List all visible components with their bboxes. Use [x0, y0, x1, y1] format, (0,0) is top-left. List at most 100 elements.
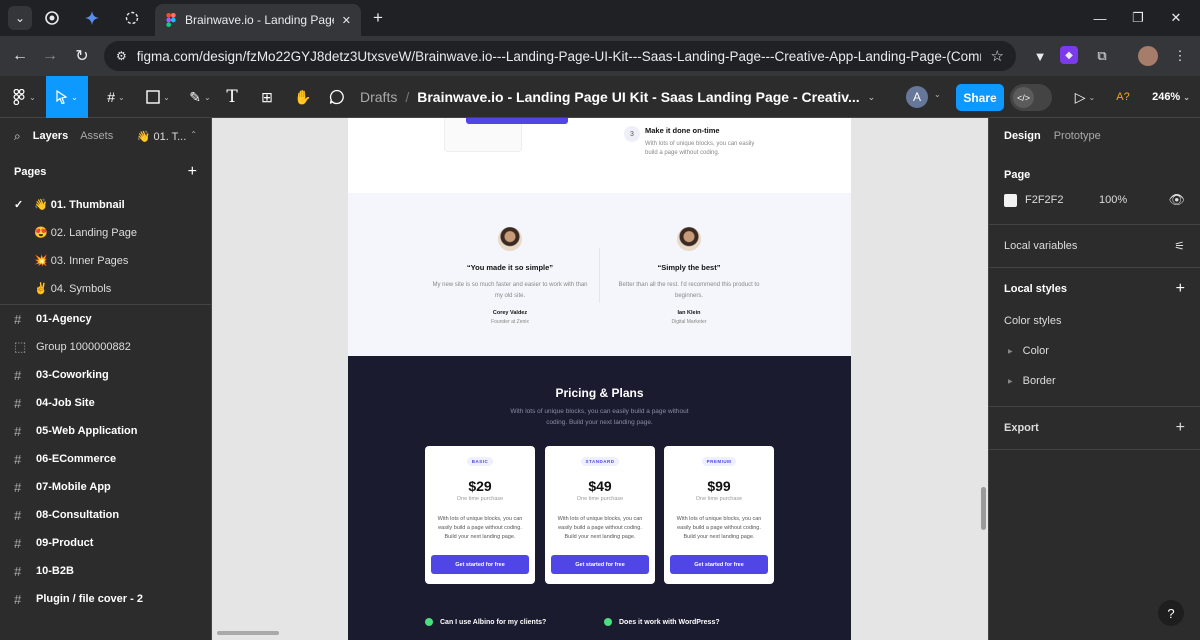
get-started-button[interactable]: Get started for free: [431, 555, 529, 574]
extension-v-icon[interactable]: ▼: [1030, 46, 1050, 66]
page-picker[interactable]: 👋 01. T... ⌃: [137, 130, 197, 143]
style-group-border[interactable]: ▶ Border: [1004, 366, 1185, 396]
layer-item[interactable]: #09-Product: [0, 529, 211, 557]
color-swatch[interactable]: [1004, 193, 1017, 207]
reload-icon[interactable]: ↻: [70, 44, 94, 68]
faq-question: Can I use Albino for my clients?: [440, 618, 547, 626]
back-icon[interactable]: ←: [8, 44, 32, 68]
avatar[interactable]: A: [906, 86, 928, 108]
breadcrumb-drafts[interactable]: Drafts: [360, 89, 397, 105]
share-button[interactable]: Share: [956, 84, 1004, 111]
get-started-button[interactable]: Get started for free: [670, 555, 768, 574]
tab-figma[interactable]: Brainwave.io - Landing Page UI ✕: [155, 4, 361, 36]
local-variables-row[interactable]: Local variables ⚟: [1004, 235, 1185, 257]
export-header[interactable]: Export +: [1004, 417, 1185, 439]
style-group-label: Color: [1022, 345, 1049, 357]
caret-right-icon: ▶: [1008, 348, 1013, 355]
url-field[interactable]: ⚙ figma.com/design/fzMo22GYJ8detz3Utxsve…: [104, 41, 1016, 71]
tab-title: Brainwave.io - Landing Page UI: [185, 13, 334, 27]
hand-tool-icon[interactable]: ✋: [292, 76, 314, 118]
layer-item[interactable]: #06-ECommerce: [0, 445, 211, 473]
style-group-color[interactable]: ▶ Color: [1004, 336, 1185, 366]
layer-item[interactable]: #08-Consultation: [0, 501, 211, 529]
layer-item[interactable]: #01-Agency: [0, 305, 211, 333]
frame-icon: #: [14, 423, 22, 439]
dev-mode-toggle[interactable]: </>: [1010, 84, 1052, 111]
layer-item[interactable]: #04-Job Site: [0, 389, 211, 417]
text-tool-icon[interactable]: T: [222, 76, 242, 118]
breadcrumb-separator: /: [405, 89, 410, 105]
page-fill-row[interactable]: F2F2F2 100% 👁: [1004, 186, 1185, 214]
main-menu-icon[interactable]: ⌄: [8, 76, 40, 118]
profile-avatar[interactable]: [1138, 46, 1158, 66]
plan-badge: STANDARD: [580, 457, 620, 466]
pen-tool-icon[interactable]: ✎ ⌄: [180, 76, 220, 118]
pinned-tab-chatgpt-icon[interactable]: [38, 5, 66, 31]
layer-item[interactable]: #03-Coworking: [0, 361, 211, 389]
file-name[interactable]: Brainwave.io - Landing Page UI Kit - Saa…: [417, 89, 859, 105]
color-styles-label: Color styles: [1004, 315, 1062, 327]
extension-shield-icon[interactable]: ◆: [1060, 46, 1078, 64]
add-page-icon[interactable]: +: [188, 163, 197, 181]
layer-item[interactable]: #10-B2B: [0, 557, 211, 585]
get-started-button[interactable]: Get started for free: [551, 555, 649, 574]
forward-icon[interactable]: →: [38, 44, 62, 68]
missing-fonts-indicator[interactable]: A?: [1112, 76, 1134, 118]
tab-layers[interactable]: Layers: [33, 130, 68, 142]
page-color-value[interactable]: F2F2F2: [1025, 194, 1081, 206]
close-tab-icon[interactable]: ✕: [342, 14, 351, 27]
eye-icon[interactable]: 👁: [1168, 192, 1185, 208]
pinned-tab-app-icon[interactable]: [118, 5, 146, 31]
pinned-tab-gemini-icon[interactable]: [78, 5, 106, 31]
shape-tool-icon[interactable]: ⌄: [138, 76, 178, 118]
horizontal-scrollbar[interactable]: [217, 631, 279, 635]
site-info-icon[interactable]: ⚙: [116, 49, 127, 63]
artboard[interactable]: 3 Make it done on-time With lots of uniq…: [348, 118, 851, 640]
vertical-scrollbar[interactable]: [981, 487, 986, 530]
help-button[interactable]: ?: [1158, 600, 1184, 626]
page-item[interactable]: 😍 02. Landing Page: [0, 218, 211, 246]
restore-icon[interactable]: ❐: [1128, 8, 1148, 28]
testimonials-section: “You made it so simple” My new site is s…: [348, 193, 851, 356]
page-opacity-value[interactable]: 100%: [1099, 194, 1127, 206]
avatar-chevron-icon[interactable]: ⌄: [934, 90, 941, 99]
browser-menu-icon[interactable]: ⋮: [1170, 46, 1190, 66]
minimize-icon[interactable]: —: [1090, 8, 1110, 28]
faq-question: Does it work with WordPress?: [619, 618, 720, 626]
extensions-puzzle-icon[interactable]: ⧉: [1092, 46, 1112, 66]
new-tab-icon[interactable]: +: [368, 8, 388, 28]
search-icon[interactable]: ⌕: [14, 129, 21, 144]
plan-description: With lots of unique blocks, you can easi…: [676, 516, 762, 540]
plan-note: One time purchase: [695, 496, 743, 502]
comment-tool-icon[interactable]: [326, 76, 348, 118]
design-canvas[interactable]: 3 Make it done on-time With lots of uniq…: [212, 118, 988, 640]
variables-settings-icon[interactable]: ⚟: [1174, 239, 1185, 253]
tab-design[interactable]: Design: [1004, 130, 1041, 142]
page-item[interactable]: 💥 03. Inner Pages: [0, 246, 211, 274]
layer-item[interactable]: # Plugin / file cover - 2: [0, 585, 211, 613]
close-window-icon[interactable]: ✕: [1166, 8, 1186, 28]
address-bar: ← → ↻ ⚙ figma.com/design/fzMo22GYJ8detz3…: [0, 36, 1200, 76]
layer-item[interactable]: #07-Mobile App: [0, 473, 211, 501]
tab-assets[interactable]: Assets: [80, 130, 113, 142]
pricing-card: STANDARD $49 One time purchase With lots…: [545, 446, 655, 584]
style-group-label: Border: [1022, 375, 1056, 387]
add-export-icon[interactable]: +: [1176, 419, 1185, 437]
layer-item[interactable]: ⬚ Group 1000000882: [0, 333, 211, 361]
layer-item[interactable]: #05-Web Application: [0, 417, 211, 445]
page-item[interactable]: ✌️ 04. Symbols: [0, 274, 211, 302]
zoom-dropdown[interactable]: 246% ⌄: [1146, 76, 1196, 118]
layer-label: 10-B2B: [36, 565, 74, 577]
present-icon[interactable]: ▷ ⌄: [1070, 76, 1100, 118]
frame-icon: #: [14, 451, 22, 467]
move-tool-icon[interactable]: ⌄: [46, 76, 88, 118]
add-style-icon[interactable]: +: [1176, 280, 1185, 298]
page-item[interactable]: ✓ 👋 01. Thumbnail: [0, 190, 211, 218]
bookmark-star-icon[interactable]: ☆: [991, 47, 1004, 65]
resources-tool-icon[interactable]: ⊞: [256, 76, 278, 118]
tab-prototype[interactable]: Prototype: [1054, 130, 1101, 142]
frame-tool-icon[interactable]: # ⌄: [96, 76, 136, 118]
tab-search-chevron-icon[interactable]: ⌄: [8, 6, 32, 30]
frame-icon: #: [14, 367, 22, 383]
chevron-down-icon[interactable]: ⌄: [868, 92, 876, 103]
